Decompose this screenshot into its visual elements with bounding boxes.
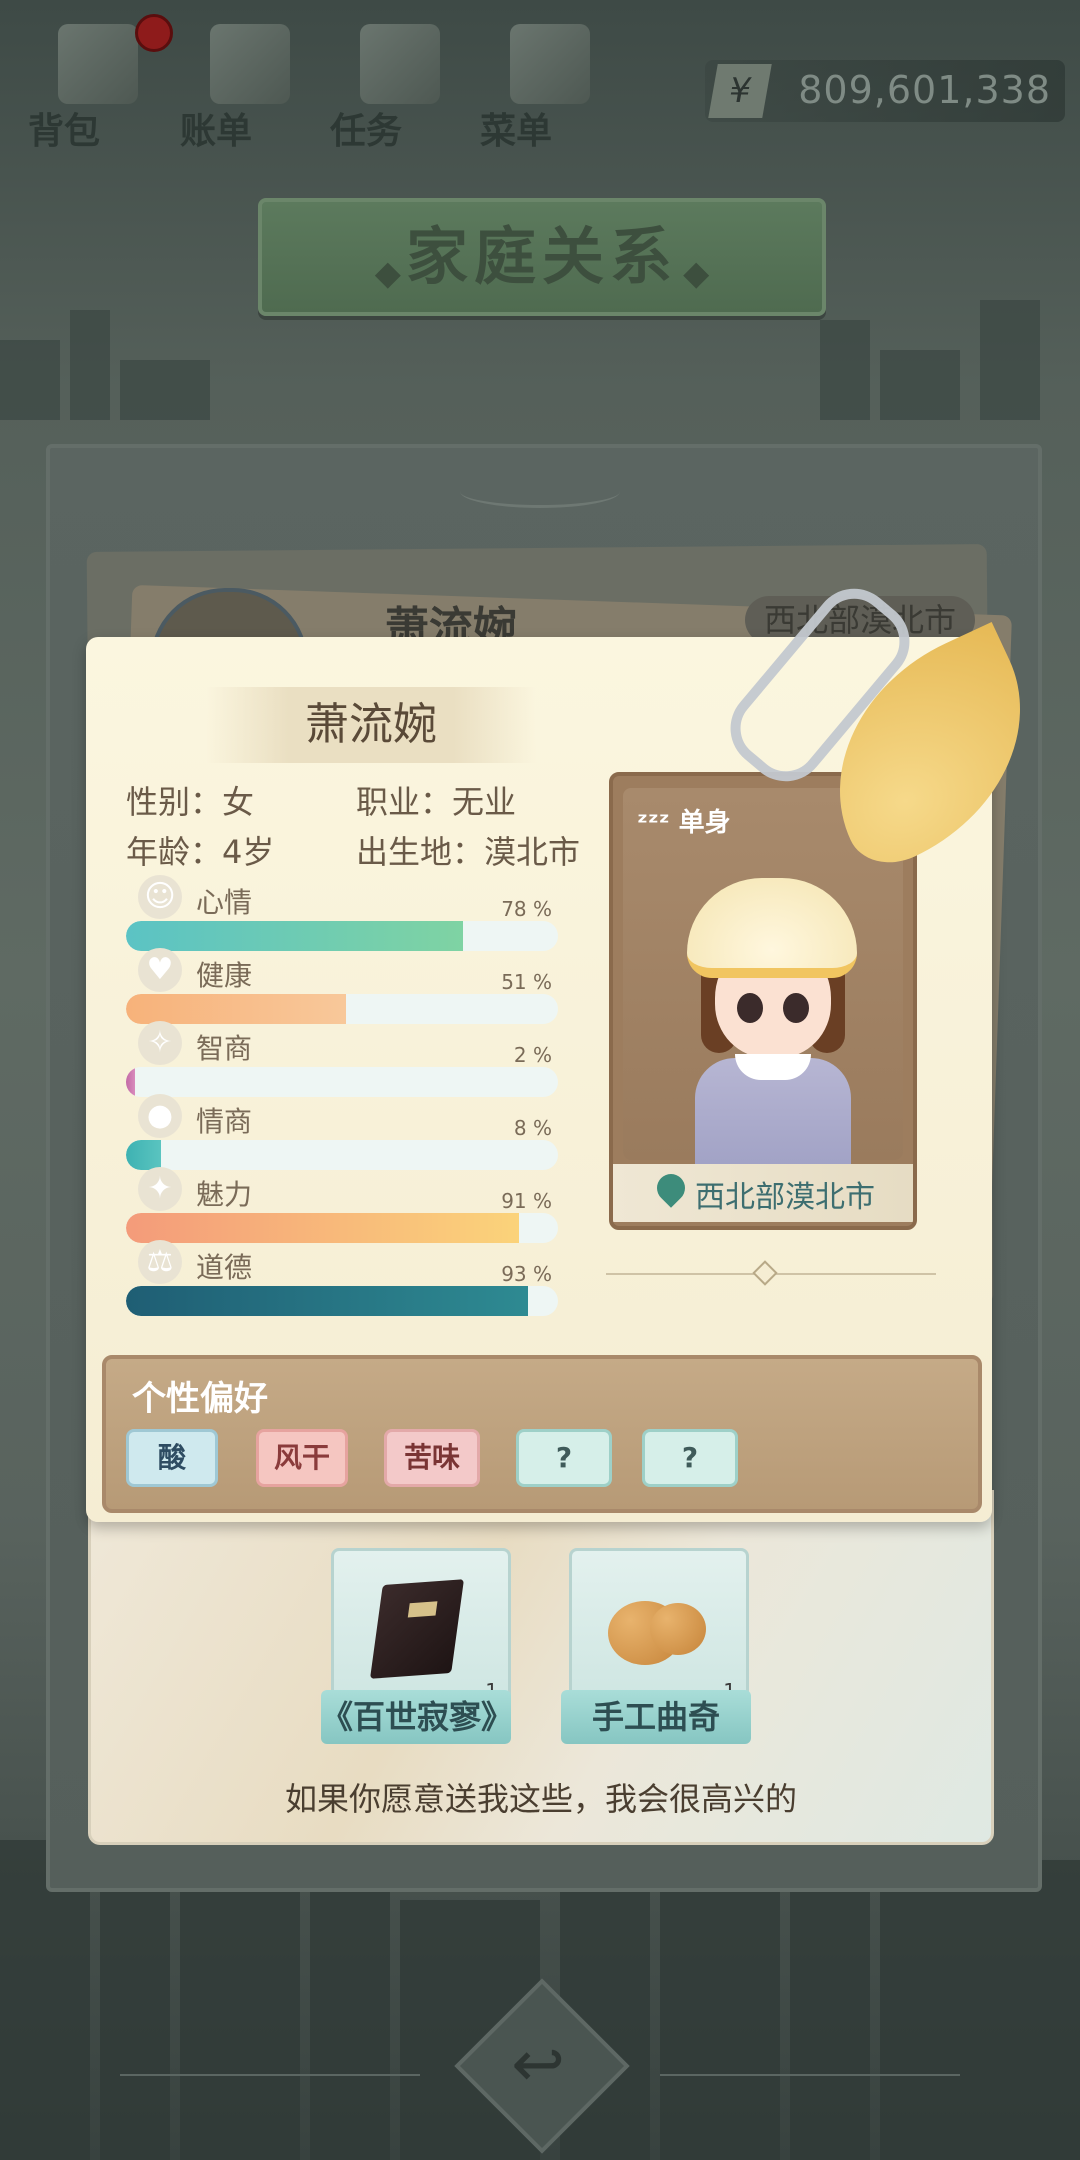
bill-icon bbox=[210, 24, 290, 104]
stat-percent: 8 % bbox=[513, 1116, 552, 1140]
backpack-button[interactable]: 背包 bbox=[28, 14, 148, 152]
skyline-decoration-top bbox=[0, 300, 1080, 420]
portrait-location: 西北部漠北市 bbox=[695, 1180, 875, 1215]
page-title: 家庭关系 bbox=[405, 220, 678, 293]
character-hat bbox=[687, 878, 857, 978]
stat-percent: 2 % bbox=[513, 1043, 552, 1067]
bill-label: 账单 bbox=[180, 111, 253, 152]
heart-icon: ♥ bbox=[138, 948, 182, 992]
task-label: 任务 bbox=[330, 111, 403, 152]
stat-percent: 78 % bbox=[501, 897, 552, 921]
gift-area: 1 《百世寂寥》 1 手工曲奇 如果你愿意送我这些，我会很高兴的 bbox=[88, 1490, 994, 1845]
preference-panel: 个性偏好 酸 风干 苦味 ? ? bbox=[102, 1355, 982, 1513]
relationship-status: ᶻᶻᶻ 单身 bbox=[637, 802, 731, 839]
birthplace-info: 出生地：漠北市 bbox=[356, 833, 581, 871]
stat-bar-fill bbox=[126, 994, 347, 1024]
stat-bar-fill bbox=[126, 1286, 528, 1316]
occupation-info: 职业：无业 bbox=[356, 783, 517, 821]
preference-chip-dried[interactable]: 风干 bbox=[256, 1429, 348, 1487]
smiley-icon: ☺ bbox=[138, 875, 182, 919]
panel-ornament bbox=[460, 475, 620, 508]
diamond-icon: ◆ bbox=[683, 253, 710, 294]
gift-description: 如果你愿意送我这些，我会很高兴的 bbox=[284, 1780, 797, 1818]
location-pin-icon bbox=[651, 1168, 691, 1208]
money-amount: 809,601,338 bbox=[798, 68, 1051, 112]
stat-bar-fill bbox=[126, 1140, 161, 1170]
stat-bar bbox=[126, 921, 558, 951]
gender-info: 性别：女 bbox=[126, 783, 255, 821]
stat-bar bbox=[126, 994, 558, 1024]
menu-label: 菜单 bbox=[480, 111, 553, 152]
diamond-icon: ◆ bbox=[374, 253, 401, 294]
character-eye bbox=[783, 993, 809, 1023]
portrait-location-bar: 西北部漠北市 bbox=[613, 1164, 913, 1222]
decorative-line bbox=[660, 2074, 960, 2076]
money-display: ¥ 809,601,338 bbox=[705, 60, 1065, 122]
scales-icon: ⚖ bbox=[138, 1240, 182, 1284]
apple-icon: ● bbox=[138, 1094, 182, 1138]
stat-percent: 51 % bbox=[501, 970, 552, 994]
stat-percent: 91 % bbox=[501, 1189, 552, 1213]
backpack-icon bbox=[58, 24, 138, 104]
menu-button[interactable]: 菜单 bbox=[480, 14, 600, 152]
cookie-icon bbox=[650, 1603, 706, 1655]
task-button[interactable]: 任务 bbox=[330, 14, 450, 152]
sleep-icon: ᶻᶻᶻ bbox=[637, 808, 670, 838]
lightbulb-icon: ✧ bbox=[138, 1021, 182, 1065]
sparkle-icon: ✦ bbox=[138, 1167, 182, 1211]
task-icon bbox=[360, 24, 440, 104]
book-icon bbox=[369, 1579, 465, 1679]
character-eye bbox=[737, 993, 763, 1023]
stat-bar bbox=[126, 1213, 558, 1243]
age-info: 年龄：4岁 bbox=[126, 833, 275, 871]
menu-icon bbox=[510, 24, 590, 104]
bill-button[interactable]: 账单 bbox=[180, 14, 300, 152]
notification-dot bbox=[135, 14, 173, 52]
preference-chip-unknown[interactable]: ? bbox=[642, 1429, 738, 1487]
gift-label-cookie: 手工曲奇 bbox=[561, 1690, 751, 1744]
stat-label: 魅力 bbox=[196, 1178, 253, 1211]
preference-chip-bitter[interactable]: 苦味 bbox=[384, 1429, 480, 1487]
stat-label: 道德 bbox=[196, 1251, 253, 1284]
stat-bar bbox=[126, 1140, 558, 1170]
stat-label: 智商 bbox=[196, 1032, 253, 1065]
stat-bar bbox=[126, 1286, 558, 1316]
relationship-status-label: 单身 bbox=[678, 808, 731, 838]
stat-bar-fill bbox=[126, 1213, 520, 1243]
character-name: 萧流婉 bbox=[206, 687, 536, 763]
stat-bar bbox=[126, 1067, 558, 1097]
stat-percent: 93 % bbox=[501, 1262, 552, 1286]
page-title-banner: ◆ 家庭关系 ◆ bbox=[258, 198, 826, 316]
divider-diamond-icon bbox=[752, 1260, 778, 1286]
stat-label: 情商 bbox=[196, 1105, 253, 1138]
stat-label: 心情 bbox=[196, 886, 253, 919]
preference-chip-unknown[interactable]: ? bbox=[516, 1429, 612, 1487]
top-bar: 背包 账单 任务 菜单 ¥ 809,601,338 bbox=[0, 0, 1080, 152]
stat-bar-fill bbox=[126, 1067, 135, 1097]
gift-label-book: 《百世寂寥》 bbox=[321, 1690, 513, 1744]
decorative-line bbox=[120, 2074, 420, 2076]
preference-chip-sour[interactable]: 酸 bbox=[126, 1429, 218, 1487]
preference-title: 个性偏好 bbox=[132, 1379, 268, 1419]
stat-bar-fill bbox=[126, 921, 463, 951]
yen-icon: ¥ bbox=[708, 64, 772, 118]
backpack-label: 背包 bbox=[28, 111, 101, 152]
back-arrow-icon: ↩ bbox=[511, 2028, 565, 2102]
stat-label: 健康 bbox=[196, 959, 253, 992]
